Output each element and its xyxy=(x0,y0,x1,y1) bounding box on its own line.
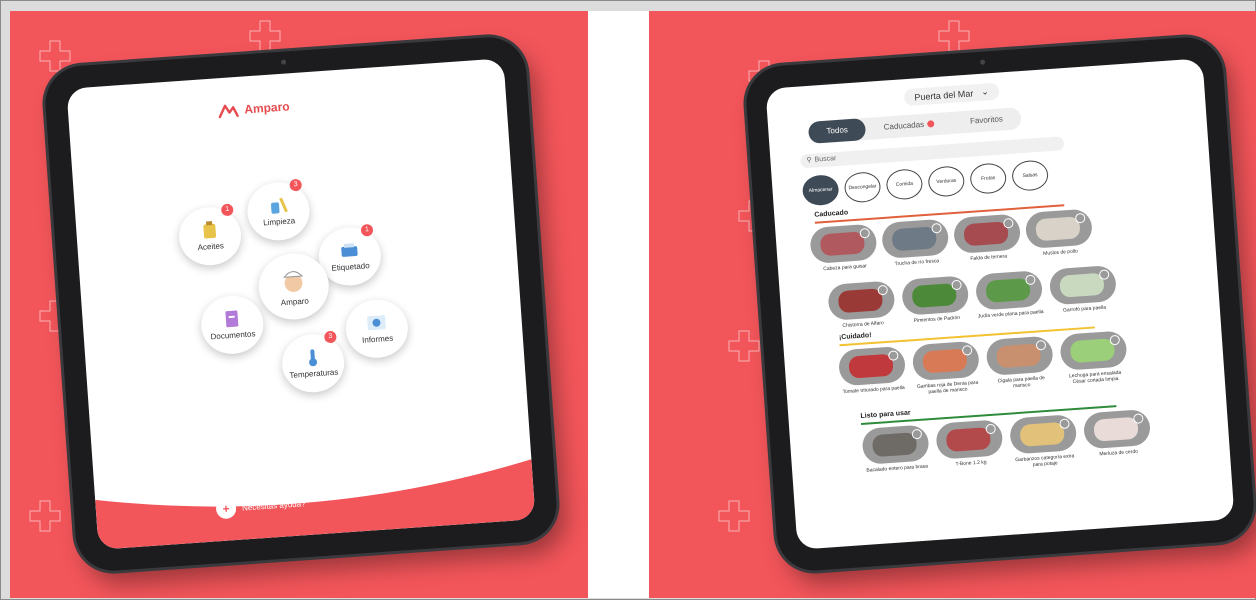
cleaning-icon xyxy=(271,197,288,214)
chip-comida[interactable]: Comida xyxy=(885,168,924,201)
etiquetado-badge: 1 xyxy=(360,223,374,237)
product-card[interactable]: Chistorra de Alfaro xyxy=(827,280,896,329)
right-promo-panel: Puerta del Mar ⌄ Todos Caducadas Favorit… xyxy=(649,11,1256,598)
limpieza-button[interactable]: 3 Limpieza xyxy=(245,178,312,243)
tab-favoritos[interactable]: Favoritos xyxy=(951,107,1021,134)
product-card[interactable]: Pimientos de Padrón xyxy=(901,275,970,324)
search-icon: ⚲ xyxy=(806,156,812,165)
app-name: Amparo xyxy=(243,99,291,117)
amparo-logo-icon xyxy=(218,104,239,119)
camera-dot xyxy=(280,59,287,65)
product-card[interactable]: Merluza de cerdo xyxy=(1082,408,1152,458)
left-promo-panel: Amparo 1 Aceites 3 Limpieza 1 Etiquetado… xyxy=(10,11,588,598)
product-card[interactable]: Judía verde plana para paella xyxy=(974,270,1044,320)
temperaturas-button[interactable]: 3 Temperaturas xyxy=(280,330,347,395)
tablet-device: Puerta del Mar ⌄ Todos Caducadas Favorit… xyxy=(743,34,1256,574)
tablet-screen-home: Amparo 1 Aceites 3 Limpieza 1 Etiquetado… xyxy=(66,58,536,550)
label-printer-icon xyxy=(341,243,358,257)
section-title-listo: Listo para usar xyxy=(860,409,911,420)
oil-icon xyxy=(203,221,217,239)
temperaturas-badge: 3 xyxy=(323,330,337,344)
divider-gap xyxy=(588,11,649,598)
chip-salsas[interactable]: Salsas xyxy=(1011,159,1050,192)
etiquetado-label: Etiquetado xyxy=(331,261,370,273)
documentos-label: Documentos xyxy=(210,329,256,342)
product-card[interactable]: Falda de ternera xyxy=(952,213,1022,262)
product-name: Tomate triturado para paella xyxy=(842,384,905,396)
section-title-cuidado: ¡Cuidado! xyxy=(838,332,872,342)
tab-caducadas[interactable]: Caducadas xyxy=(865,112,953,140)
category-chips: Almacenar Descongelar Comida Verduras Fr… xyxy=(801,159,1050,207)
chip-descongelar[interactable]: Descongelar xyxy=(843,171,882,204)
help-label: Necesitas ayuda? xyxy=(241,498,306,513)
section-title-caducado: Caducado xyxy=(814,209,849,219)
chevron-down-icon: ⌄ xyxy=(980,86,990,97)
product-name: Lechuga para ensalada César cortada limp… xyxy=(1068,369,1122,386)
product-card[interactable]: Tomate triturado para paella xyxy=(837,345,907,396)
informes-label: Informes xyxy=(361,333,394,345)
chip-verduras[interactable]: Verduras xyxy=(927,165,966,198)
aceites-badge: 1 xyxy=(220,203,234,217)
aceites-button[interactable]: 1 Aceites xyxy=(177,203,243,268)
product-name: Judía verde plana para paella xyxy=(977,308,1044,320)
tab-todos[interactable]: Todos xyxy=(807,117,867,144)
tablet-device: Amparo 1 Aceites 3 Limpieza 1 Etiquetado… xyxy=(42,34,560,574)
camera-dot xyxy=(979,59,986,65)
chip-frutas[interactable]: Frutas xyxy=(969,162,1008,195)
product-name: Trucha de río fresca xyxy=(894,258,940,268)
chip-almacenar[interactable]: Almacenar xyxy=(801,174,840,207)
tablet-screen-inventory: Puerta del Mar ⌄ Todos Caducadas Favorit… xyxy=(765,58,1235,550)
product-name: Garrofó para paella xyxy=(1062,304,1107,314)
temperaturas-label: Temperaturas xyxy=(289,367,339,380)
help-icon: + xyxy=(215,498,237,520)
product-name: Bacalado entero para brasa xyxy=(866,463,929,474)
product-name: Pimientos de Padrón xyxy=(913,314,961,325)
amparo-logo: Amparo xyxy=(218,99,291,119)
product-card[interactable]: Lechuga para ensalada César cortada limp… xyxy=(1059,330,1128,385)
product-card[interactable]: Garbanzos categoría extra para potaje xyxy=(1009,414,1078,469)
product-card[interactable]: Trucha de río fresca xyxy=(881,218,950,267)
product-name: Garbanzos categoría extra para potaje xyxy=(1015,453,1075,469)
product-card[interactable]: Gambas roja de Denia para paella de mari… xyxy=(911,340,981,396)
product-name: Falda de ternera xyxy=(970,253,1008,262)
aceites-label: Aceites xyxy=(197,241,225,253)
thermometer-icon xyxy=(309,349,318,367)
product-card[interactable]: Cigala para paella de marisco xyxy=(985,335,1054,390)
product-name: T-Bone 1.2 kg xyxy=(955,459,987,468)
product-name: Cabeza para guisar xyxy=(823,263,868,273)
limpieza-label: Limpieza xyxy=(262,216,296,228)
caducadas-dot xyxy=(926,120,935,129)
product-card[interactable]: Cabeza para guisar xyxy=(809,223,878,273)
document-icon xyxy=(225,310,239,328)
product-name: Cigala para paella de marisco xyxy=(997,375,1046,390)
location-label: Puerta del Mar xyxy=(914,87,974,102)
location-selector[interactable]: Puerta del Mar ⌄ xyxy=(903,82,1000,107)
product-card[interactable]: Garrofó para paella xyxy=(1048,264,1118,314)
report-icon xyxy=(367,315,386,331)
help-footer-wave xyxy=(95,459,536,550)
product-name: Chistorra de Alfaro xyxy=(842,320,884,330)
chef-icon xyxy=(283,271,304,292)
search-placeholder: Buscar xyxy=(814,155,837,164)
amparo-chef-label: Amparo xyxy=(280,296,310,308)
filter-tabs: Todos Caducadas Favoritos xyxy=(807,107,1022,144)
product-card[interactable]: Bacalado entero para brasa xyxy=(861,424,930,474)
product-card[interactable]: T-Bone 1.2 kg xyxy=(935,419,1004,468)
product-card[interactable]: Muslos de pollo xyxy=(1024,208,1094,257)
product-name: Gambas roja de Denia para paella de mari… xyxy=(916,379,979,396)
product-name: Merluza de cerdo xyxy=(1099,448,1139,458)
informes-button[interactable]: Informes xyxy=(343,297,410,360)
limpieza-badge: 3 xyxy=(289,178,303,192)
product-name: Muslos de pollo xyxy=(1043,248,1079,257)
documentos-button[interactable]: Documentos xyxy=(199,293,266,356)
